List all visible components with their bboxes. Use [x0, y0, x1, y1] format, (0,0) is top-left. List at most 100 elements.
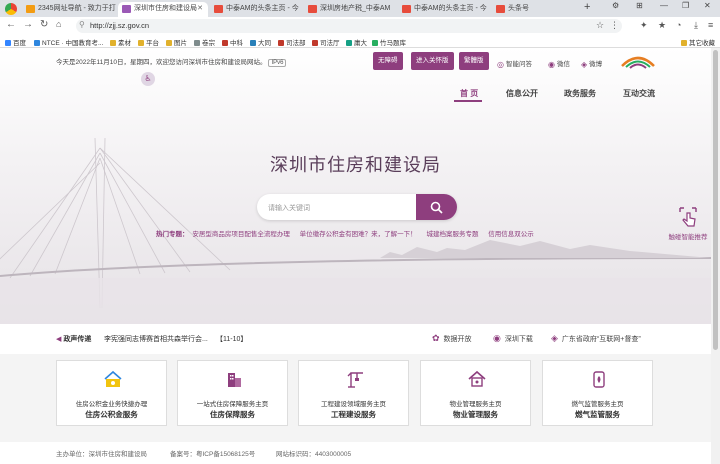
tab-favicon-icon	[402, 5, 411, 13]
page-title: 深圳市住房和建设局	[270, 155, 441, 175]
footer-sponsor: 主办单位：深圳市住房和建设局	[56, 451, 147, 458]
inspection-link[interactable]: ◈ 广东省政府“互联网+督查”	[551, 333, 641, 344]
site-emblem-icon	[621, 56, 655, 69]
card-property[interactable]: 物业管理服务主页 物业管理服务	[420, 360, 531, 426]
window-menu-icon[interactable]: ⚙	[612, 1, 619, 10]
weibo-icon: ◈	[581, 59, 588, 69]
nav-home[interactable]: 首 页	[460, 88, 478, 99]
menu-icon[interactable]: ≡	[708, 20, 713, 30]
bookmark-datong[interactable]: 大同	[250, 37, 271, 47]
crane-icon	[347, 372, 363, 388]
fund-icon	[104, 370, 122, 387]
bookmark-ntce[interactable]: NTCE · 中国教育考...	[34, 37, 103, 47]
tab-toutiao-1[interactable]: 中泰AM的头条主页 - 今	[210, 2, 302, 17]
scrollbar-thumb[interactable]	[713, 50, 718, 350]
bookmark-sifating[interactable]: 司法厅	[312, 37, 340, 47]
vertical-scrollbar[interactable]	[711, 48, 720, 464]
hot-topic-link[interactable]: 信用信息双公示	[488, 231, 534, 238]
bookmark-juanzong[interactable]: 卷宗	[194, 37, 215, 47]
history-icon[interactable]: ◔	[676, 20, 681, 30]
traditional-chinese-button[interactable]: 繁體版	[459, 52, 489, 70]
address-bar: ← → ↻ ⌂ ⚲ http://zjj.sz.gov.cn ☆ ⋮ ✦ ★ ◔…	[0, 17, 720, 35]
hot-topic-link[interactable]: 单位缴存公积金有困难？来，了解一下！	[300, 231, 417, 238]
tab-favicon-icon	[496, 5, 505, 13]
back-icon[interactable]: ←	[6, 19, 16, 30]
card-gas[interactable]: 燃气监管服务主页 燃气监管服务	[542, 360, 653, 426]
footer-icp[interactable]: 备案号：粤ICP备15068125号	[170, 448, 255, 458]
tab-toutiao-3[interactable]: 中泰AM的头条主页 - 今	[398, 2, 490, 17]
download-circle-icon: ◉	[493, 333, 501, 343]
bookmark-zhongke[interactable]: 中科	[222, 37, 243, 47]
gov-icon: ◈	[551, 333, 558, 343]
hot-topic-link[interactable]: 城建档案服务专题	[426, 231, 478, 238]
accessibility-button[interactable]: 无障碍	[373, 52, 403, 70]
close-window-icon[interactable]: ✕	[704, 1, 711, 10]
star-icon[interactable]: ☆	[596, 20, 604, 31]
card-housing-security[interactable]: 一站式住房保障服务主页 住房保障服务	[177, 360, 288, 426]
bookmark-other[interactable]: 其它收藏	[681, 37, 715, 47]
pin-icon[interactable]: ⊞	[636, 1, 643, 10]
bookmark-sucai[interactable]: 素材	[110, 37, 131, 47]
search-icon	[430, 201, 443, 214]
bookmark-sifabu[interactable]: 司法部	[278, 37, 306, 47]
maximize-icon[interactable]: ❐	[682, 1, 689, 10]
grid-icon[interactable]: ⋮	[610, 20, 619, 31]
nav-gov-services[interactable]: 政务服务	[564, 88, 596, 99]
chat-icon: ◎	[497, 59, 504, 69]
nav-info-disclosure[interactable]: 信息公开	[506, 88, 538, 99]
weibo-link[interactable]: ◈ 微博	[581, 58, 602, 69]
browser-tab-strip: 2345网址导航 - 致力于打 深圳市住房和建设局 ✕ 中泰AM的头条主页 - 今…	[0, 0, 720, 17]
bookmark-tupian[interactable]: 图片	[166, 37, 187, 47]
tab-favicon-icon	[214, 5, 223, 13]
minimize-icon[interactable]: —	[660, 1, 668, 10]
tab-zjj[interactable]: 深圳市住房和建设局 ✕	[118, 2, 208, 17]
tab-favicon-icon	[308, 5, 317, 13]
url-input[interactable]: ⚲ http://zjj.sz.gov.cn	[76, 19, 622, 33]
data-icon: ✿	[432, 333, 440, 343]
ipv6-badge: IPv6	[268, 59, 287, 67]
news-bar: ◀ 政声传递 李宪强同志博赛首相共森举行会... 【11-10】 ✿ 数据开放 ◉ 深…	[0, 324, 711, 354]
site-info-icon[interactable]: ⚲	[79, 20, 85, 29]
news-date: 【11-10】	[216, 336, 248, 343]
close-tab-icon[interactable]: ✕	[197, 2, 203, 16]
card-engineering[interactable]: 工程建设领域服务主页 工程建设服务	[298, 360, 409, 426]
accessibility-icon[interactable]: ♿	[141, 72, 155, 86]
bookmark-pingtai[interactable]: 平台	[138, 37, 159, 47]
news-headline-link[interactable]: 李宪强同志博赛首相共森举行会...	[104, 334, 208, 344]
greeting-text: 今天是2022年11月10日，星期四，欢迎您访问深圳市住房和建设局网站。 IPv6	[56, 56, 287, 67]
hot-topic-link[interactable]: 安居型商品房项目配售全流程办理	[192, 231, 290, 238]
touch-hand-icon	[679, 207, 697, 227]
download-icon[interactable]: ⤓	[694, 20, 698, 31]
bookmark-zhuma[interactable]: 竹马题库	[372, 37, 406, 47]
tab-toutiao-2[interactable]: 深圳房地产税_中泰AM	[304, 2, 396, 17]
tab-toutiao-hao[interactable]: 头条号	[492, 2, 576, 17]
extensions-icon[interactable]: ✦	[640, 20, 648, 31]
home-icon[interactable]: ⌂	[56, 19, 61, 29]
nav-interaction[interactable]: 互动交流	[623, 88, 655, 99]
gas-icon	[593, 371, 605, 388]
smart-recommend-button[interactable]: 触碰智能推荐	[668, 205, 708, 241]
megaphone-icon: ◀	[56, 336, 62, 343]
bookmark-baidu[interactable]: 百度	[5, 37, 26, 47]
news-label: ◀ 政声传递	[56, 336, 92, 343]
hot-topics: 热门专题： 安居型商品房项目配售全流程办理 单位缴存公积金有困难？来，了解一下！…	[156, 231, 534, 238]
download-link[interactable]: ◉ 深圳下载	[493, 333, 533, 344]
tab-2345[interactable]: 2345网址导航 - 致力于打	[22, 2, 125, 17]
service-cards: 住房公积金业务快捷办理 住房公积金服务 一站式住房保障服务主页 住房保障服务 工…	[0, 354, 711, 442]
care-mode-button[interactable]: 进入关怀版	[411, 52, 454, 70]
reload-icon[interactable]: ↻	[40, 19, 48, 30]
favorites-icon[interactable]: ★	[658, 20, 666, 31]
forward-icon[interactable]: →	[23, 19, 33, 30]
wechat-icon: ◉	[548, 59, 555, 69]
new-tab-icon[interactable]: +	[584, 1, 590, 13]
house-icon	[468, 370, 486, 387]
search-button[interactable]	[416, 194, 457, 220]
footer-site-code: 网站标识码：4403000005	[276, 451, 352, 458]
smart-qa-link[interactable]: ◎ 智能问答	[497, 58, 532, 69]
wechat-link[interactable]: ◉ 微信	[548, 58, 570, 69]
bookmarks-bar: 百度 NTCE · 中国教育考... 素材 平台 图片 卷宗 中科 大同 司法部…	[0, 35, 720, 48]
card-housing-fund[interactable]: 住房公积金业务快捷办理 住房公积金服务	[56, 360, 167, 426]
bookmark-tangda[interactable]: 庸大	[346, 37, 367, 47]
tab-favicon-icon	[122, 5, 131, 13]
open-data-link[interactable]: ✿ 数据开放	[432, 333, 472, 344]
